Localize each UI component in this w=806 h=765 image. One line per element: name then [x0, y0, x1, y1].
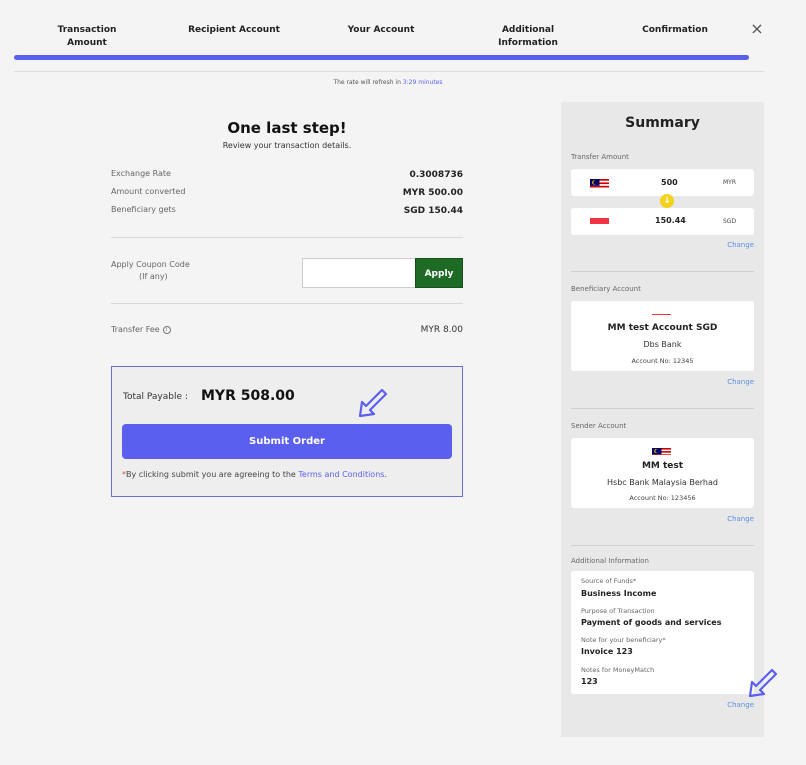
divider	[571, 408, 754, 409]
pointer-arrow-icon	[358, 388, 388, 418]
close-icon[interactable]: ×	[750, 21, 764, 37]
page-title: One last step!	[227, 119, 347, 137]
beneficiary-account-label: Beneficiary Account	[571, 285, 641, 293]
summary-panel: Summary Transfer Amount 500 MYR ↓ 150.44…	[561, 102, 764, 737]
moneymatch-note-label: Notes for MoneyMatch	[581, 666, 655, 674]
divider	[571, 545, 754, 546]
transfer-fee-label: Transfer Fee i	[111, 325, 171, 334]
beneficiary-note-label: Note for your beneficiary*	[581, 636, 666, 644]
change-sender-link[interactable]: Change	[727, 515, 754, 523]
coupon-label: Apply Coupon Code (If any)	[111, 260, 190, 281]
to-amount: 150.44	[655, 216, 686, 225]
transfer-fee-value: MYR 8.00	[420, 325, 463, 335]
beneficiary-note-value: Invoice 123	[581, 647, 633, 656]
step-additional-information[interactable]: Additional Information	[468, 24, 588, 50]
submit-order-button[interactable]: Submit Order	[122, 424, 452, 459]
source-of-funds-value: Business Income	[581, 589, 657, 598]
page-subtitle: Review your transaction details.	[222, 141, 352, 150]
total-payable-amount: MYR 508.00	[201, 388, 295, 404]
sender-bank: Hsbc Bank Malaysia Berhad	[607, 478, 718, 487]
divider	[571, 271, 754, 272]
step-confirmation[interactable]: Confirmation	[615, 24, 735, 37]
exchange-rate-value: 0.3008736	[409, 170, 463, 180]
amount-converted-label: Amount converted	[111, 187, 186, 196]
change-transfer-link[interactable]: Change	[727, 241, 754, 249]
from-currency: MYR	[723, 179, 737, 186]
coupon-input[interactable]	[302, 258, 416, 288]
from-amount: 500	[661, 178, 678, 187]
transfer-amount-label: Transfer Amount	[571, 153, 629, 161]
purpose-label: Purpose of Transaction	[581, 607, 655, 615]
beneficiary-gets-value: SGD 150.44	[403, 206, 463, 216]
sender-account-number: Account No: 123456	[629, 494, 696, 502]
from-amount-card: 500 MYR	[571, 169, 754, 196]
beneficiary-name: MM test Account SGD	[607, 323, 718, 333]
info-icon[interactable]: i	[162, 325, 171, 334]
step-recipient-account[interactable]: Recipient Account	[174, 24, 294, 37]
malaysia-flag-icon	[590, 176, 609, 188]
total-payable-label: Total Payable :	[123, 392, 188, 402]
refresh-timer: 3:29 minutes	[402, 79, 443, 86]
change-beneficiary-link[interactable]: Change	[727, 378, 754, 386]
divider	[14, 71, 764, 72]
purpose-value: Payment of goods and services	[581, 618, 722, 627]
change-additional-link[interactable]: Change	[727, 701, 754, 709]
divider	[111, 237, 463, 238]
stepper: Transaction Amount Recipient Account You…	[0, 0, 806, 75]
beneficiary-account-number: Account No: 12345	[631, 357, 694, 365]
to-currency: SGD	[723, 218, 737, 225]
beneficiary-gets-label: Beneficiary gets	[111, 205, 176, 214]
summary-title: Summary	[625, 115, 700, 131]
terms-notice: *By clicking submit you are agreeing to …	[122, 470, 387, 479]
malaysia-flag-icon	[652, 444, 671, 455]
moneymatch-note-value: 123	[581, 677, 598, 686]
singapore-flag-icon	[652, 307, 671, 315]
additional-information-card: Source of Funds* Business Income Purpose…	[571, 571, 754, 694]
step-your-account[interactable]: Your Account	[321, 24, 441, 37]
beneficiary-bank: Dbs Bank	[643, 340, 682, 349]
progress-bar	[14, 55, 749, 60]
singapore-flag-icon	[590, 215, 609, 227]
apply-coupon-button[interactable]: Apply	[415, 258, 463, 288]
divider	[111, 303, 463, 304]
pointer-arrow-icon	[748, 668, 778, 698]
rate-refresh-notice: The rate will refresh in 3:29 minutes	[333, 79, 443, 86]
source-of-funds-label: Source of Funds*	[581, 577, 637, 585]
sender-card: MM test Hsbc Bank Malaysia Berhad Accoun…	[571, 438, 754, 508]
beneficiary-card: MM test Account SGD Dbs Bank Account No:…	[571, 301, 754, 371]
additional-information-label: Additional Information	[571, 557, 649, 565]
exchange-rate-label: Exchange Rate	[111, 169, 171, 178]
step-transaction-amount[interactable]: Transaction Amount	[27, 24, 147, 50]
sender-name: MM test	[641, 461, 684, 471]
sender-account-label: Sender Account	[571, 422, 627, 430]
to-amount-card: 150.44 SGD	[571, 208, 754, 235]
total-payable-box: Total Payable : MYR 508.00 Submit Order …	[111, 366, 463, 497]
terms-link[interactable]: Terms and Conditions	[298, 470, 384, 479]
swap-arrow-icon: ↓	[660, 194, 674, 208]
amount-converted-value: MYR 500.00	[402, 188, 463, 198]
